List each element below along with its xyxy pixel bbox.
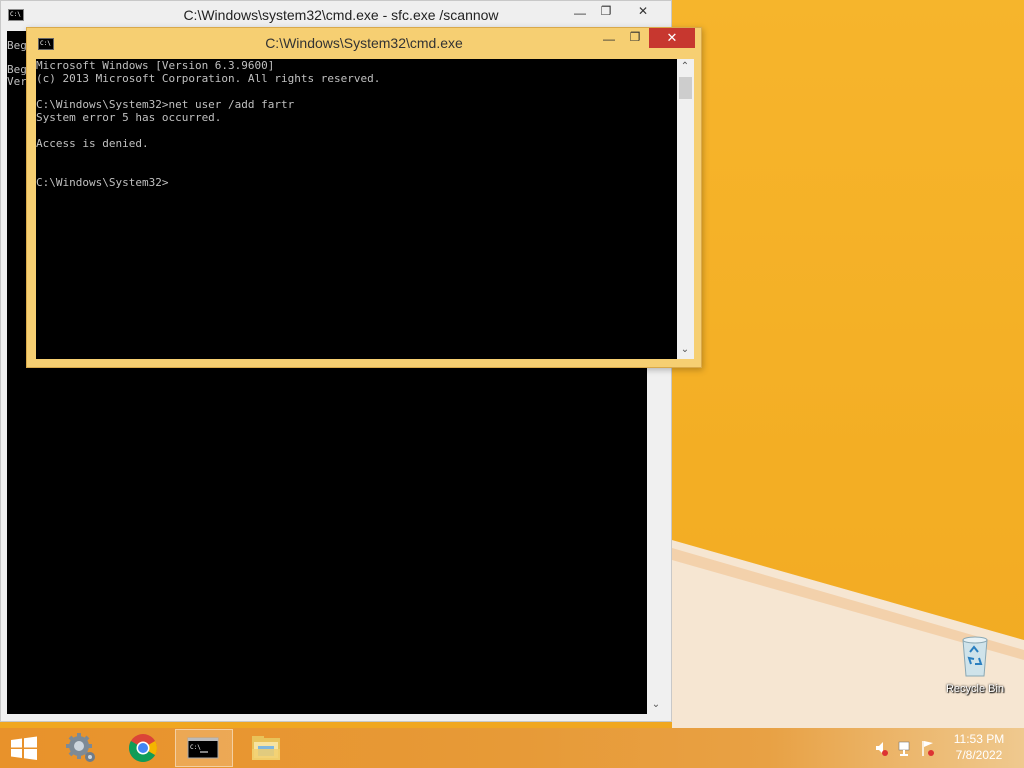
minimize-button[interactable]: — xyxy=(597,29,621,49)
scroll-down-arrow-icon[interactable]: ⌄ xyxy=(679,344,691,356)
file-explorer-icon xyxy=(252,736,280,760)
taskbar-chrome-button[interactable] xyxy=(114,729,172,767)
console-line: (c) 2013 Microsoft Corporation. All righ… xyxy=(36,72,381,85)
clock-time: 11:53 PM xyxy=(953,732,1005,746)
maximize-button[interactable]: ❐ xyxy=(623,27,647,47)
settings-icon xyxy=(66,733,95,762)
scroll-thumb[interactable] xyxy=(679,77,692,99)
action-center-flag-icon xyxy=(922,741,934,756)
network-icon xyxy=(898,741,910,756)
cmd-console-output[interactable]: Microsoft Windows [Version 6.3.9600] (c)… xyxy=(36,59,677,359)
minimize-button[interactable]: — xyxy=(567,3,593,23)
recycle-bin-shortcut[interactable]: Recycle Bin xyxy=(940,630,1010,700)
tray-icons xyxy=(876,741,934,756)
recycle-bin-icon xyxy=(962,636,988,677)
console-prompt-line[interactable]: C:\Windows\System32> xyxy=(36,176,677,189)
chrome-icon xyxy=(129,734,157,762)
svg-text:C:\: C:\ xyxy=(190,744,201,751)
volume-muted-icon xyxy=(876,742,888,756)
scroll-down-arrow-icon[interactable]: ⌄ xyxy=(650,699,662,711)
command-prompt-icon: C:\ xyxy=(187,737,219,759)
cmd-window[interactable]: C:\ C:\Windows\System32\cmd.exe — ❐ ✕ Mi… xyxy=(26,27,702,368)
maximize-button[interactable]: ❐ xyxy=(593,1,619,21)
console-line: Microsoft Windows [Version 6.3.9600] xyxy=(36,59,275,72)
taskbar-cmd-button[interactable]: C:\ xyxy=(175,729,233,767)
console-line: ​ xyxy=(36,85,677,98)
console-line: C:\Windows\System32>net user /add fartr xyxy=(36,98,295,111)
taskbar-clock[interactable]: 11:53 PM 7/8/2022 xyxy=(944,731,1014,763)
cmd-vertical-scrollbar[interactable]: ⌃ ⌄ xyxy=(677,59,694,359)
close-button[interactable]: ✕ xyxy=(621,1,665,21)
close-button[interactable]: ✕ xyxy=(649,28,695,48)
console-line: ​ xyxy=(36,150,677,163)
scroll-up-arrow-icon[interactable]: ⌃ xyxy=(679,61,691,73)
console-line: ​ xyxy=(36,163,677,176)
system-tray xyxy=(870,728,940,768)
clock-date: 7/8/2022 xyxy=(955,748,1003,762)
console-line: ​ xyxy=(36,124,677,137)
taskbar: C:\ 11:53 PM 7/8/2022 xyxy=(0,728,1024,768)
console-line: System error 5 has occurred. xyxy=(36,111,222,124)
console-line: Access is denied. xyxy=(36,137,149,150)
taskbar-settings-button[interactable] xyxy=(53,729,111,767)
start-button[interactable] xyxy=(0,728,48,768)
windows-logo-icon xyxy=(11,736,37,760)
recycle-bin-label: Recycle Bin xyxy=(945,683,1005,695)
taskbar-file-explorer-button[interactable] xyxy=(237,729,295,767)
cmd-window-titlebar[interactable]: C:\ C:\Windows\System32\cmd.exe — ❐ ✕ xyxy=(27,28,701,58)
